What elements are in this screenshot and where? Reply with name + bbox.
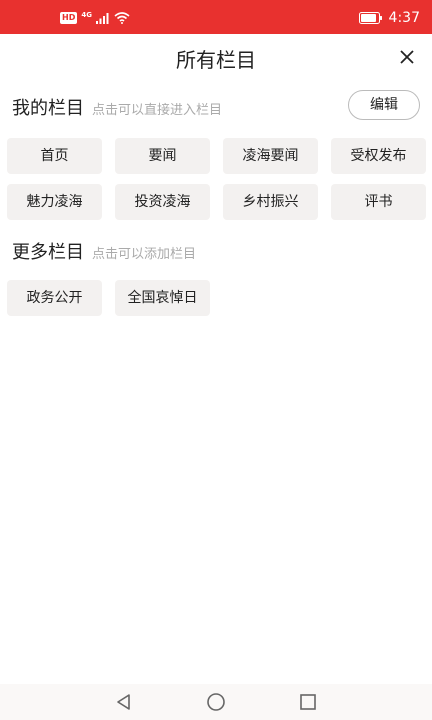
page-title: 所有栏目 [176, 48, 256, 72]
my-channels-header: 我的栏目 点击可以直接进入栏目 [12, 94, 222, 120]
header: 所有栏目 [0, 34, 432, 80]
recents-square-icon [300, 694, 316, 710]
more-channels-hint: 点击可以添加栏目 [92, 247, 197, 262]
more-channels-header: 更多栏目 点击可以添加栏目 [12, 238, 196, 264]
channel-chip-government-affairs[interactable]: 政务公开 [7, 280, 102, 316]
screen: HD 4G 4:37 所有栏目 我的栏目 点击可以直接进入栏目 编辑 首页 要闻… [0, 0, 432, 720]
hd-badge: HD [60, 12, 78, 24]
network-type-label: 4G [81, 11, 92, 19]
channel-chip-authorized-release[interactable]: 受权发布 [331, 138, 426, 174]
my-channels-title: 我的栏目 [12, 98, 84, 119]
home-button[interactable] [205, 692, 227, 712]
channel-chip-national-mourning-day[interactable]: 全国哀悼日 [115, 280, 210, 316]
channel-chip-rural-revitalization[interactable]: 乡村振兴 [223, 184, 318, 220]
channel-chip-charm-linghai[interactable]: 魅力凌海 [7, 184, 102, 220]
status-left: HD 4G [60, 10, 130, 26]
close-icon [400, 50, 414, 64]
status-time: 4:37 [388, 10, 420, 26]
my-channels-hint: 点击可以直接进入栏目 [92, 103, 223, 118]
channel-chip-storytelling[interactable]: 评书 [331, 184, 426, 220]
channel-chip-invest-linghai[interactable]: 投资凌海 [115, 184, 210, 220]
signal-icon [95, 13, 109, 24]
status-right: 4:37 [358, 9, 420, 27]
back-button[interactable] [113, 692, 135, 712]
battery-icon [358, 12, 382, 24]
home-circle-icon [207, 693, 225, 711]
recents-button[interactable] [297, 692, 319, 712]
close-button[interactable] [396, 46, 418, 68]
more-channels-title: 更多栏目 [12, 242, 84, 263]
channel-chip-linghai-news[interactable]: 凌海要闻 [223, 138, 318, 174]
edit-button[interactable]: 编辑 [348, 90, 420, 120]
channel-chip-news[interactable]: 要闻 [115, 138, 210, 174]
wifi-icon [114, 12, 130, 24]
channel-chip-home[interactable]: 首页 [7, 138, 102, 174]
navigation-bar [0, 684, 432, 720]
back-triangle-icon [117, 694, 130, 710]
status-bar: HD 4G 4:37 [0, 0, 432, 34]
